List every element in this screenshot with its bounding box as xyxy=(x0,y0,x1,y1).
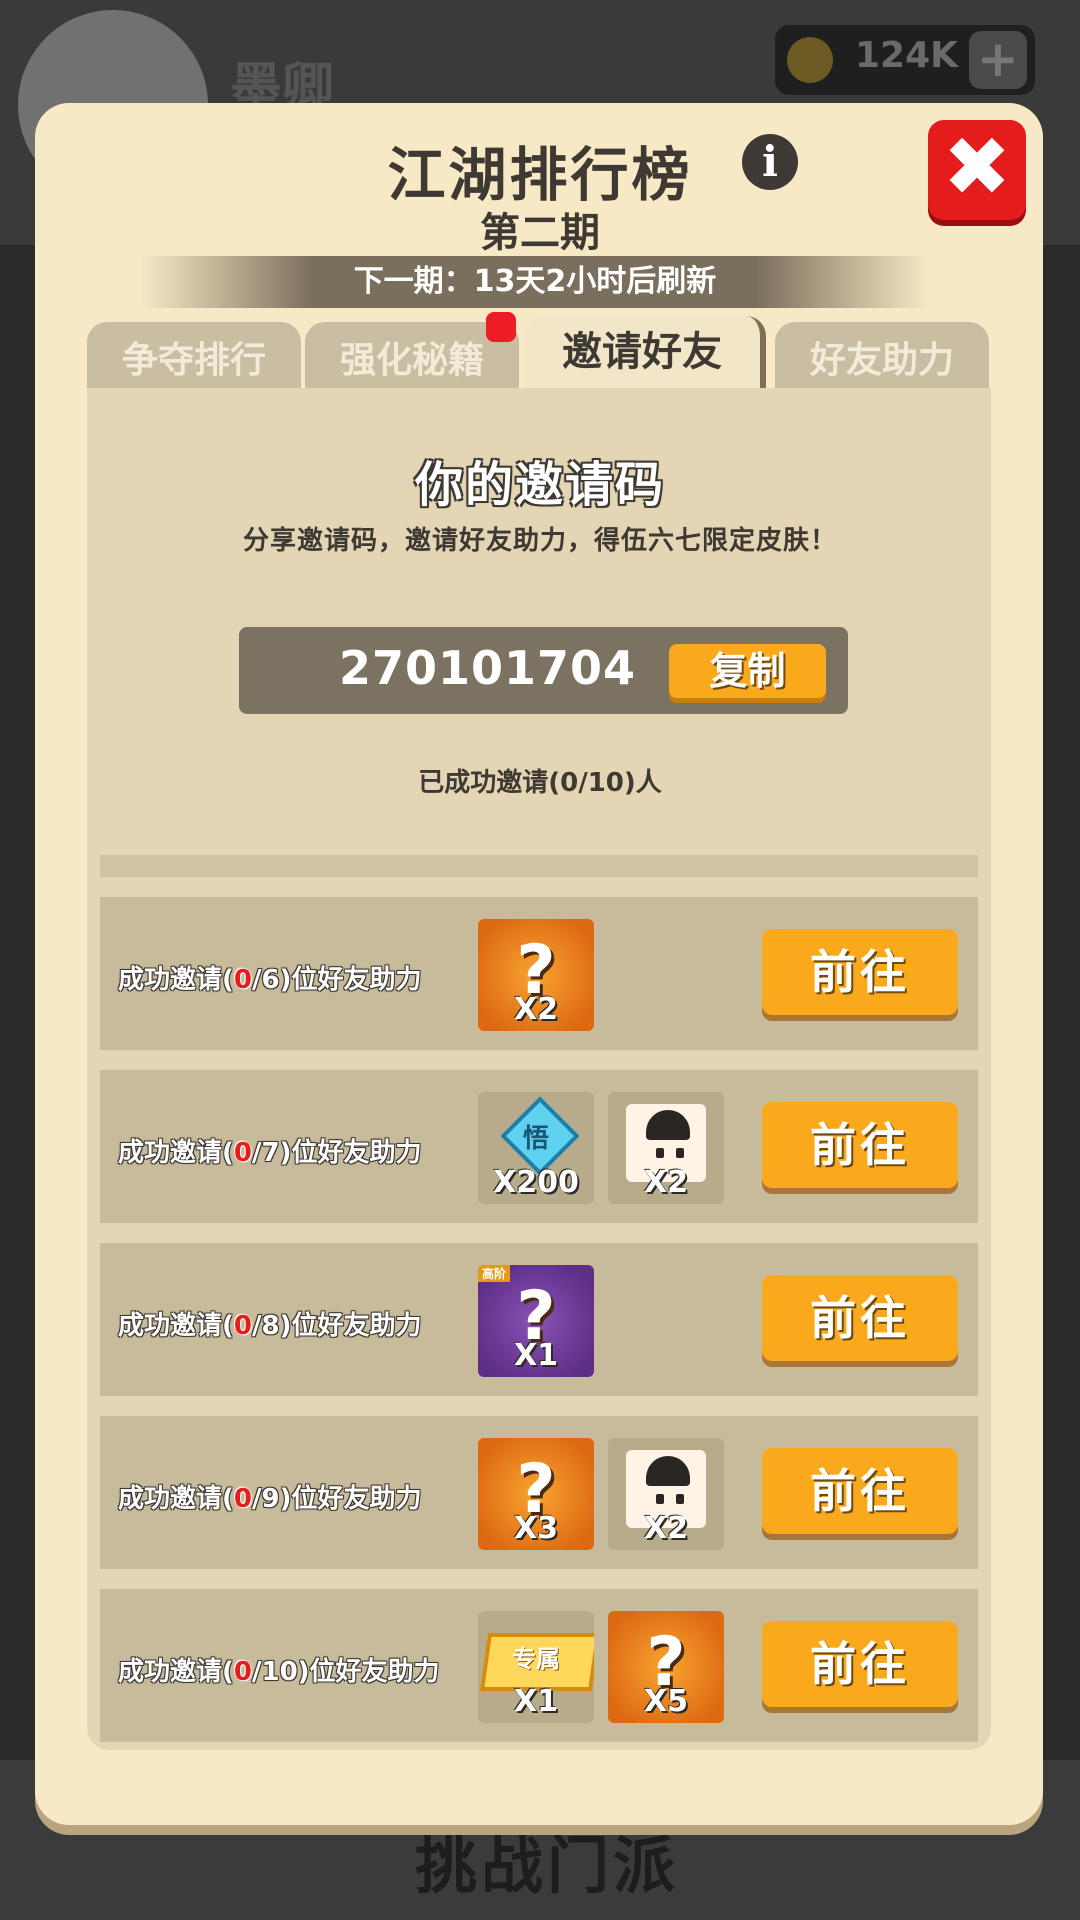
copy-button[interactable]: 复制 xyxy=(669,644,826,698)
gem-label: 悟 xyxy=(522,1124,549,1154)
go-button[interactable]: 前往 xyxy=(762,929,958,1015)
exclusive-label: 专属 xyxy=(512,1645,560,1673)
reward-quantity: X3 xyxy=(513,1511,558,1546)
reward-quantity: X1 xyxy=(513,1684,558,1719)
reward-quantity: X2 xyxy=(643,1511,688,1546)
mystery-weapon-reward[interactable]: ? X5 xyxy=(608,1611,724,1723)
refresh-countdown: 下一期：13天2小时后刷新 xyxy=(140,256,930,308)
reward-row: 成功邀请(0/6)位好友助力 ? X2 前往 xyxy=(100,897,978,1050)
go-button[interactable]: 前往 xyxy=(762,1621,958,1707)
close-icon: ✖ xyxy=(942,120,1012,215)
go-button[interactable]: 前往 xyxy=(762,1102,958,1188)
row-requirement: 成功邀请(0/10)位好友助力 xyxy=(118,1657,440,1687)
row-requirement: 成功邀请(0/7)位好友助力 xyxy=(118,1138,422,1168)
coin-value: 124K xyxy=(855,35,959,76)
advanced-mystery-reward[interactable]: 高阶 ? X1 xyxy=(478,1265,594,1377)
mystery-skin-reward[interactable]: ? X2 xyxy=(478,919,594,1031)
reward-row: 成功邀请(0/7)位好友助力 悟 X200 X2 前往 xyxy=(100,1070,978,1223)
row-requirement: 成功邀请(0/9)位好友助力 xyxy=(118,1484,422,1514)
tab-invite-friends[interactable]: 邀请好友 xyxy=(524,316,766,392)
info-icon[interactable]: i xyxy=(742,134,798,190)
go-button[interactable]: 前往 xyxy=(762,1448,958,1534)
add-coins-button: + xyxy=(969,31,1027,89)
reward-quantity: X5 xyxy=(643,1684,688,1719)
reward-quantity: X200 xyxy=(493,1165,579,1200)
reward-row: 成功邀请(0/10)位好友助力 专属 X1 ? X5 前往 xyxy=(100,1589,978,1742)
go-button[interactable]: 前往 xyxy=(762,1275,958,1361)
invite-code-value: 270101704 xyxy=(339,641,637,695)
reward-row: 成功邀请(0/8)位好友助力 高阶 ? X1 前往 xyxy=(100,1243,978,1396)
coin-icon xyxy=(787,37,833,83)
invite-code-box: 270101704 复制 xyxy=(239,627,848,714)
row-requirement: 成功邀请(0/6)位好友助力 xyxy=(118,965,422,995)
coin-counter: 124K + xyxy=(775,25,1035,95)
reward-quantity: X2 xyxy=(513,992,558,1027)
season-label: 第二期 xyxy=(480,210,600,256)
mystery-skin-reward[interactable]: ? X3 xyxy=(478,1438,594,1550)
gem-reward[interactable]: 悟 X200 xyxy=(478,1092,594,1204)
reward-row: 成功邀请(0/9)位好友助力 ? X3 X2 前往 xyxy=(100,1416,978,1569)
invite-description: 分享邀请码，邀请好友助力，得伍六七限定皮肤！ xyxy=(242,526,837,556)
notification-dot xyxy=(486,312,516,342)
tab-compete-ranking[interactable]: 争夺排行 xyxy=(87,322,301,392)
reward-quantity: X1 xyxy=(513,1338,558,1373)
reward-quantity: X2 xyxy=(643,1165,688,1200)
tab-friend-assist[interactable]: 好友助力 xyxy=(775,322,989,392)
invite-code-heading: 你的邀请码 xyxy=(414,457,665,513)
character-reward[interactable]: X2 xyxy=(608,1438,724,1550)
close-button[interactable]: ✖ xyxy=(928,120,1026,220)
exclusive-reward[interactable]: 专属 X1 xyxy=(478,1611,594,1723)
challenge-sect-label: 挑战门派 xyxy=(415,1829,680,1902)
character-reward[interactable]: X2 xyxy=(608,1092,724,1204)
list-top-edge xyxy=(100,855,978,877)
row-requirement: 成功邀请(0/8)位好友助力 xyxy=(118,1311,422,1341)
invited-count: 已成功邀请(0/10)人 xyxy=(418,768,662,798)
